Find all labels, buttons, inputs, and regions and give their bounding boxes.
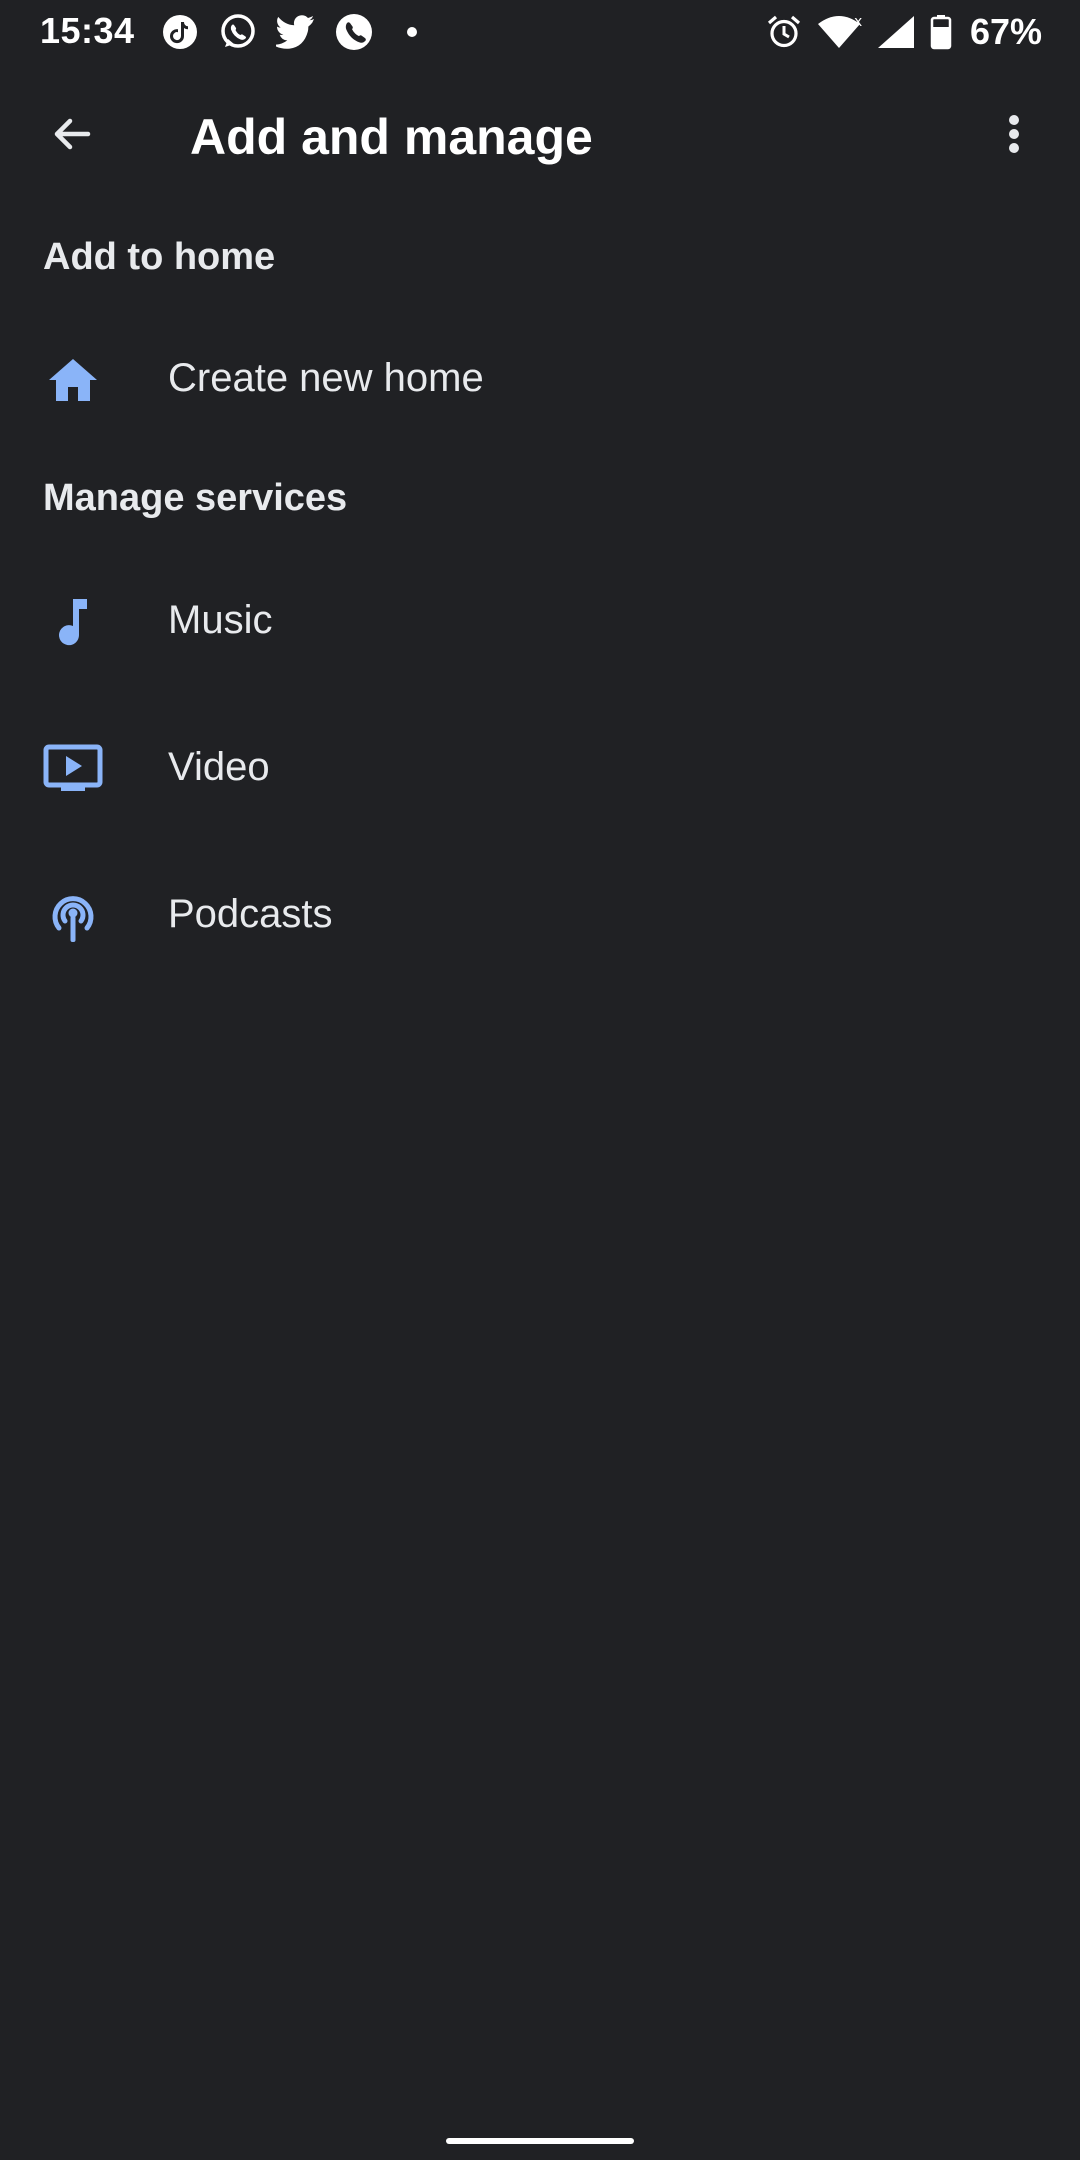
status-time: 15:34 bbox=[40, 10, 135, 51]
list-item-video[interactable]: Video bbox=[0, 701, 1080, 837]
mobile-signal-icon bbox=[876, 12, 916, 52]
status-bar: 15:34 x 67% bbox=[0, 0, 1080, 66]
list-item-music[interactable]: Music bbox=[0, 554, 1080, 690]
create-new-home-label: Create new home bbox=[168, 356, 484, 400]
whatsapp-icon bbox=[218, 12, 258, 52]
music-label: Music bbox=[168, 598, 273, 642]
music-note-icon bbox=[38, 592, 108, 652]
tiktok-icon bbox=[160, 12, 200, 52]
back-button[interactable] bbox=[30, 94, 114, 178]
arrow-back-icon bbox=[48, 110, 96, 163]
alarm-icon bbox=[766, 12, 802, 52]
podcast-icon bbox=[38, 886, 108, 946]
notification-dot-icon bbox=[392, 12, 432, 52]
video-label: Video bbox=[168, 745, 270, 789]
battery-percent: 67% bbox=[969, 11, 1042, 52]
section-header-add-to-home: Add to home bbox=[43, 236, 276, 278]
more-vert-icon bbox=[1006, 110, 1022, 163]
app-bar: Add and manage bbox=[0, 66, 1080, 206]
phone-call-icon bbox=[334, 12, 374, 52]
gesture-nav-handle[interactable] bbox=[446, 2138, 634, 2144]
svg-text:x: x bbox=[854, 14, 862, 30]
list-item-podcasts[interactable]: Podcasts bbox=[0, 848, 1080, 984]
system-icons: x 67% bbox=[766, 11, 1042, 52]
page-title: Add and manage bbox=[190, 109, 593, 165]
podcasts-label: Podcasts bbox=[168, 892, 333, 936]
home-icon bbox=[38, 350, 108, 410]
list-item-create-new-home[interactable]: Create new home bbox=[0, 312, 1080, 448]
battery-icon bbox=[930, 12, 952, 52]
section-header-manage-services: Manage services bbox=[43, 477, 348, 519]
wifi-icon: x bbox=[816, 12, 862, 52]
notification-icons bbox=[160, 12, 432, 52]
more-options-button[interactable] bbox=[972, 94, 1056, 178]
twitter-icon bbox=[276, 12, 316, 52]
video-icon bbox=[38, 739, 108, 799]
